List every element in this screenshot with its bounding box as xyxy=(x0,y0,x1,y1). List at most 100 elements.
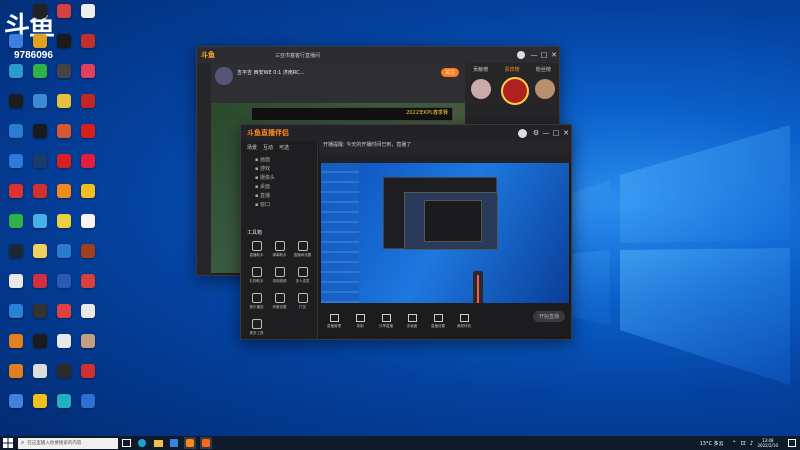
rank-tab[interactable]: 贵宾榜 xyxy=(504,66,519,73)
app-icon[interactable] xyxy=(28,214,52,244)
edge-icon[interactable] xyxy=(136,437,148,449)
app-icon[interactable] xyxy=(28,184,52,214)
app-icon[interactable] xyxy=(52,304,76,334)
app-icon[interactable] xyxy=(4,154,28,184)
rank-tab[interactable]: 贡献榜 xyxy=(473,66,488,73)
app-icon[interactable] xyxy=(4,394,28,424)
volume-slider[interactable]: 100 xyxy=(473,271,483,314)
minimize-icon[interactable]: — xyxy=(541,128,551,138)
app-icon[interactable] xyxy=(52,274,76,304)
bottom-tool[interactable]: 直播管理 xyxy=(323,313,345,329)
app-icon[interactable] xyxy=(52,154,76,184)
bottom-tool[interactable]: 多画面 xyxy=(401,313,423,329)
file-icon[interactable] xyxy=(76,214,100,244)
app-icon[interactable] xyxy=(28,154,52,184)
scene-tab[interactable]: 可选 xyxy=(279,144,289,151)
app-icon[interactable] xyxy=(76,94,100,124)
volume-icon[interactable]: ♪ xyxy=(750,440,754,447)
app-icon[interactable] xyxy=(4,304,28,334)
start-icon[interactable] xyxy=(2,437,14,449)
tool-button[interactable]: 多人连麦 xyxy=(291,267,314,293)
app-icon[interactable] xyxy=(76,364,100,394)
douyu-broadcaster-window[interactable]: 斗鱼直播伴侣 ⚙ — □ ✕ 场景 互动 可选 ▪ 画面 ▪ 游戏 ▪ 摄像头 ▪ 桌面 ▪… xyxy=(240,124,572,340)
broadcaster-taskbar-icon[interactable] xyxy=(200,437,212,449)
user-avatar[interactable] xyxy=(517,51,525,59)
preview-canvas[interactable] xyxy=(321,163,569,303)
app-icon[interactable] xyxy=(52,94,76,124)
tray-chevron-icon[interactable]: ⌃ xyxy=(732,440,737,447)
tool-button[interactable]: 弹幕助手 xyxy=(268,241,291,267)
start-live-button[interactable]: 开始直播 xyxy=(532,311,565,322)
store-icon[interactable] xyxy=(168,437,180,449)
app-icon[interactable] xyxy=(28,244,52,274)
app-icon[interactable] xyxy=(28,34,52,64)
app-icon[interactable] xyxy=(76,184,100,214)
explorer-icon[interactable] xyxy=(152,437,164,449)
app-icon[interactable] xyxy=(28,4,52,34)
app-icon[interactable] xyxy=(76,274,100,304)
app-icon[interactable] xyxy=(76,64,100,94)
app-icon[interactable] xyxy=(52,244,76,274)
bottom-tool[interactable]: 分享直播 xyxy=(375,313,397,329)
app-icon[interactable] xyxy=(76,154,100,184)
weather-text[interactable]: 13°C 多云 xyxy=(700,440,724,447)
app-icon[interactable] xyxy=(76,244,100,274)
app-icon[interactable] xyxy=(52,184,76,214)
maximize-icon[interactable]: □ xyxy=(539,50,549,60)
minimize-icon[interactable]: — xyxy=(529,50,539,60)
app-icon[interactable] xyxy=(4,214,28,244)
app-icon[interactable] xyxy=(52,64,76,94)
app-icon[interactable] xyxy=(76,124,100,154)
search-box[interactable]: ⌕ 在这里输入你要搜索的内容 xyxy=(18,437,118,449)
notification-icon[interactable] xyxy=(786,437,798,449)
app-icon[interactable] xyxy=(52,364,76,394)
app-icon[interactable] xyxy=(4,94,28,124)
app-icon[interactable] xyxy=(28,94,52,124)
app-icon[interactable] xyxy=(52,124,76,154)
scene-item[interactable]: ▪ 游戏 xyxy=(255,165,317,172)
app-icon[interactable] xyxy=(4,184,28,214)
tool-button[interactable]: 音乐播放 xyxy=(245,293,268,319)
settings-icon[interactable]: ⚙ xyxy=(531,128,541,138)
app-icon[interactable] xyxy=(52,394,76,424)
app-icon[interactable] xyxy=(76,304,100,334)
app-icon[interactable] xyxy=(28,394,52,424)
app-icon[interactable] xyxy=(28,334,52,364)
scene-item[interactable]: ▪ 窗口 xyxy=(255,201,317,208)
app-icon[interactable] xyxy=(4,334,28,364)
tool-button[interactable]: 直播助手 xyxy=(245,241,268,267)
rank-avatar[interactable] xyxy=(501,77,529,105)
network-icon[interactable]: ⊡ xyxy=(741,440,746,447)
rank-avatar[interactable] xyxy=(471,79,491,99)
follow-button[interactable]: 关注 xyxy=(440,68,459,77)
app-icon[interactable] xyxy=(28,274,52,304)
app-icon[interactable] xyxy=(4,274,28,304)
app-icon[interactable] xyxy=(52,334,76,364)
tool-button[interactable]: 录制视频 xyxy=(268,267,291,293)
app-icon[interactable] xyxy=(76,34,100,64)
douyu-taskbar-icon[interactable] xyxy=(184,437,196,449)
app-icon[interactable] xyxy=(52,4,76,34)
tool-button[interactable]: 直播间设置 xyxy=(291,241,314,267)
app-icon[interactable] xyxy=(4,364,28,394)
app-icon[interactable] xyxy=(28,64,52,94)
rank-tab[interactable]: 粉丝榜 xyxy=(536,66,551,73)
scene-item[interactable]: ▪ 直播 xyxy=(255,192,317,199)
app-icon[interactable] xyxy=(76,334,100,364)
tool-button[interactable]: 打赏 xyxy=(291,293,314,319)
app-icon[interactable] xyxy=(4,64,28,94)
scene-tab[interactable]: 场景 xyxy=(247,144,257,151)
user-avatar[interactable] xyxy=(518,128,527,138)
clock[interactable]: 13:48 2022/2/10 xyxy=(757,438,778,448)
app-icon[interactable] xyxy=(28,364,52,394)
scene-item[interactable]: ▪ 桌面 xyxy=(255,183,317,190)
app-icon[interactable] xyxy=(4,34,28,64)
close-icon[interactable]: ✕ xyxy=(561,128,571,138)
app-icon[interactable] xyxy=(76,394,100,424)
bottom-tool[interactable]: 直播设置 xyxy=(427,313,449,329)
app-icon[interactable] xyxy=(28,304,52,334)
tool-button[interactable]: 更多工具 xyxy=(245,319,268,345)
task-view-icon[interactable] xyxy=(120,437,132,449)
file-icon[interactable] xyxy=(76,4,100,34)
tool-button[interactable]: 房管设置 xyxy=(268,293,291,319)
